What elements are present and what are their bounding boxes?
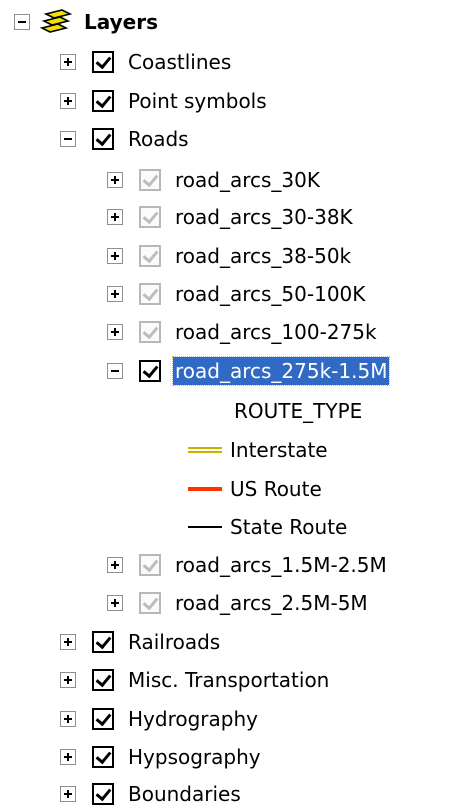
us-route-line-icon	[188, 484, 222, 494]
state-route-line-icon	[188, 522, 222, 532]
expand-icon[interactable]	[60, 711, 76, 727]
layer-visibility-checkbox[interactable]	[92, 631, 114, 653]
sublayer-label: road_arcs_100-275k	[175, 320, 377, 344]
sublayer-label: road_arcs_30K	[175, 168, 320, 192]
layer-item-coastlines[interactable]: Coastlines	[60, 45, 233, 79]
root-label: Layers	[84, 10, 158, 34]
expand-icon[interactable]	[107, 172, 123, 188]
expand-icon[interactable]	[60, 54, 76, 70]
legend-label: State Route	[230, 515, 348, 539]
expand-icon[interactable]	[107, 248, 123, 264]
layer-visibility-checkbox[interactable]	[139, 245, 161, 267]
table-of-contents-tree: Layers Coastlines Point symbols Roads ro…	[0, 0, 451, 811]
layer-visibility-checkbox[interactable]	[139, 321, 161, 343]
sublayer-item-road-arcs-30k[interactable]: road_arcs_30K	[107, 163, 322, 197]
layer-label: Point symbols	[128, 89, 267, 113]
layer-label: Misc. Transportation	[128, 668, 330, 692]
expand-icon[interactable]	[107, 324, 123, 340]
collapse-icon[interactable]	[60, 131, 76, 147]
layer-item-boundaries[interactable]: Boundaries	[60, 777, 243, 811]
sublayer-item-road-arcs-275k-1-5m[interactable]: road_arcs_275k-1.5M	[107, 354, 391, 388]
layer-visibility-checkbox[interactable]	[139, 360, 161, 382]
layer-label: Railroads	[128, 630, 221, 654]
layer-visibility-checkbox[interactable]	[139, 206, 161, 228]
legend-heading: ROUTE_TYPE	[234, 399, 363, 423]
layer-visibility-checkbox[interactable]	[139, 169, 161, 191]
layer-visibility-checkbox[interactable]	[92, 51, 114, 73]
expand-icon[interactable]	[60, 672, 76, 688]
layer-item-misc-transportation[interactable]: Misc. Transportation	[60, 663, 331, 697]
root-node[interactable]: Layers	[14, 5, 160, 39]
layer-label: Coastlines	[128, 50, 232, 74]
collapse-icon[interactable]	[14, 14, 30, 30]
expand-icon[interactable]	[60, 634, 76, 650]
layer-visibility-checkbox[interactable]	[139, 592, 161, 614]
legend-item-us-route: US Route	[188, 472, 322, 506]
legend-label: US Route	[230, 477, 322, 501]
layer-visibility-checkbox[interactable]	[92, 90, 114, 112]
layer-item-roads[interactable]: Roads	[60, 122, 191, 156]
layer-visibility-checkbox[interactable]	[92, 708, 114, 730]
expand-icon[interactable]	[107, 209, 123, 225]
layer-item-point-symbols[interactable]: Point symbols	[60, 84, 269, 118]
sublayer-label: road_arcs_2.5M-5M	[175, 591, 368, 615]
expand-icon[interactable]	[60, 93, 76, 109]
interstate-line-icon	[188, 445, 222, 455]
layer-item-railroads[interactable]: Railroads	[60, 625, 222, 659]
expand-icon[interactable]	[107, 557, 123, 573]
sublayer-item-road-arcs-100-275k[interactable]: road_arcs_100-275k	[107, 315, 379, 349]
collapse-icon[interactable]	[107, 363, 123, 379]
layer-label: Hypsography	[128, 745, 261, 769]
sublayer-label: road_arcs_38-50k	[175, 244, 352, 268]
layers-icon	[40, 9, 73, 33]
sublayer-item-road-arcs-50-100k[interactable]: road_arcs_50-100K	[107, 277, 367, 311]
layer-visibility-checkbox[interactable]	[139, 283, 161, 305]
sublayer-item-road-arcs-2-5m-5m[interactable]: road_arcs_2.5M-5M	[107, 586, 370, 620]
layer-visibility-checkbox[interactable]	[92, 669, 114, 691]
layer-label: Hydrography	[128, 707, 258, 731]
layer-visibility-checkbox[interactable]	[92, 783, 114, 805]
layer-visibility-checkbox[interactable]	[92, 746, 114, 768]
expand-icon[interactable]	[60, 749, 76, 765]
sublayer-item-road-arcs-30-38k[interactable]: road_arcs_30-38K	[107, 200, 355, 234]
layer-visibility-checkbox[interactable]	[139, 554, 161, 576]
sublayer-item-road-arcs-38-50k[interactable]: road_arcs_38-50k	[107, 239, 353, 273]
legend-item-interstate: Interstate	[188, 433, 328, 467]
legend-item-state-route: State Route	[188, 510, 347, 544]
layer-item-hydrography[interactable]: Hydrography	[60, 702, 260, 736]
selected-sublayer-label[interactable]: road_arcs_275k-1.5M	[171, 356, 391, 386]
layer-label: Boundaries	[128, 782, 241, 806]
sublayer-label: road_arcs_1.5M-2.5M	[175, 553, 387, 577]
layer-visibility-checkbox[interactable]	[92, 128, 114, 150]
sublayer-label: road_arcs_30-38K	[175, 205, 353, 229]
sublayer-item-road-arcs-1-5m-2-5m[interactable]: road_arcs_1.5M-2.5M	[107, 548, 389, 582]
expand-icon[interactable]	[107, 286, 123, 302]
expand-icon[interactable]	[60, 786, 76, 802]
legend-label: Interstate	[230, 438, 328, 462]
layer-item-hypsography[interactable]: Hypsography	[60, 740, 263, 774]
expand-icon[interactable]	[107, 595, 123, 611]
sublayer-label: road_arcs_50-100K	[175, 282, 366, 306]
layer-label: Roads	[128, 127, 189, 151]
